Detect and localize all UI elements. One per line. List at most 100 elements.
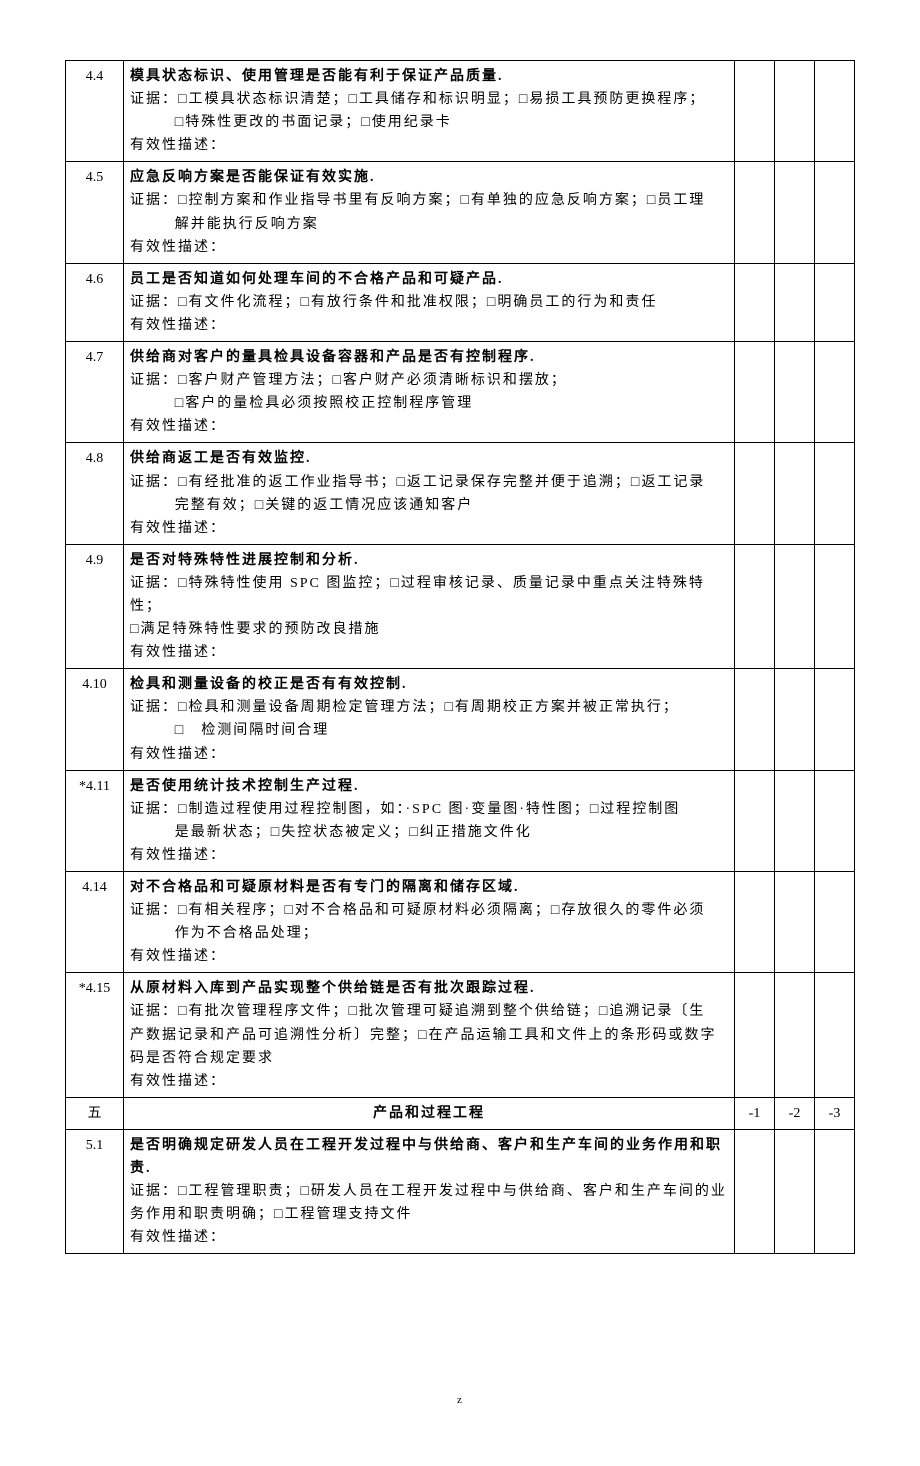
score-cell [815,770,855,871]
score-cell [735,263,775,341]
row-evidence-cont: 是最新状态；□失控状态被定义；□纠正措施文件化 [130,821,728,844]
row-number: 4.5 [66,162,124,263]
score-cell [735,973,775,1097]
row-evidence-cont: □特殊性更改的书面记录；□使用纪录卡 [130,111,728,134]
score-cell [775,443,815,544]
row-number: 4.9 [66,544,124,668]
table-row: 4.8 供给商返工是否有效监控.证据：□有经批准的返工作业指导书；□返工记录保存完… [66,443,855,544]
score-cell [775,770,815,871]
table-row: 5.1是否明确规定研发人员在工程开发过程中与供给商、客户和生产车间的业务作用和职… [66,1129,855,1253]
row-evidence: 证据：□客户财产管理方法；□客户财产必须清晰标识和摆放； [130,369,728,392]
row-number: 4.7 [66,342,124,443]
row-evidence: 证据：□有文件化流程；□有放行条件和批准权限；□明确员工的行为和责任 [130,291,728,314]
score-cell [735,872,775,973]
row-number: 4.8 [66,443,124,544]
table-row: 4.5应急反响方案是否能保证有效实施.证据：□控制方案和作业指导书里有反响方案；… [66,162,855,263]
row-content: 供给商对客户的量具检具设备容器和产品是否有控制程序.证据：□客户财产管理方法；□… [124,342,735,443]
score-cell [735,61,775,162]
row-evidence: 证据：□有经批准的返工作业指导书；□返工记录保存完整并便于追溯；□返工记录 [130,471,728,494]
row-evidence: 证据：□检具和测量设备周期检定管理方法；□有周期校正方案并被正常执行； [130,696,728,719]
row-title: 是否明确规定研发人员在工程开发过程中与供给商、客户和生产车间的业务作用和职责. [130,1134,728,1180]
row-number: 4.14 [66,872,124,973]
row-evidence: 证据：□工模具状态标识清楚；□工具储存和标识明显；□易损工具预防更换程序； [130,88,728,111]
score-cell [775,342,815,443]
score-cell [735,162,775,263]
table-row: 4.7供给商对客户的量具检具设备容器和产品是否有控制程序.证据：□客户财产管理方… [66,342,855,443]
table-row: 4.4模具状态标识、使用管理是否能有利于保证产品质量.证据：□工模具状态标识清楚… [66,61,855,162]
score-cell [735,669,775,770]
score-cell [735,443,775,544]
score-cell [775,669,815,770]
row-title: 供给商返工是否有效监控. [130,447,728,470]
row-title: 是否对特殊特性进展控制和分析. [130,549,728,572]
row-content: 从原材料入库到产品实现整个供给链是否有批次跟踪过程.证据：□有批次管理程序文件；… [124,973,735,1097]
row-title: 对不合格品和可疑原材料是否有专门的隔离和储存区域. [130,876,728,899]
score-header: -2 [775,1097,815,1129]
score-cell [815,443,855,544]
score-cell [775,61,815,162]
row-content: 检具和测量设备的校正是否有有效控制.证据：□检具和测量设备周期检定管理方法；□有… [124,669,735,770]
row-description: 有效性描述： [130,1070,728,1093]
row-evidence: 务作用和职责明确；□工程管理支持文件 [130,1203,728,1226]
row-description: 有效性描述： [130,743,728,766]
row-title: 模具状态标识、使用管理是否能有利于保证产品质量. [130,65,728,88]
score-cell [735,770,775,871]
row-content: 是否明确规定研发人员在工程开发过程中与供给商、客户和生产车间的业务作用和职责.证… [124,1129,735,1253]
row-title: 供给商对客户的量具检具设备容器和产品是否有控制程序. [130,346,728,369]
row-title: 应急反响方案是否能保证有效实施. [130,166,728,189]
row-evidence-cont: □客户的量检具必须按照校正控制程序管理 [130,392,728,415]
row-evidence: □满足特殊特性要求的预防改良措施 [130,618,728,641]
row-evidence-cont: □ 检测间隔时间合理 [130,719,728,742]
row-evidence: 证据：□有批次管理程序文件；□批次管理可疑追溯到整个供给链；□追溯记录〔生 [130,1000,728,1023]
table-row: *4.11是否使用统计技术控制生产过程.证据：□制造过程使用过程控制图，如：·S… [66,770,855,871]
score-cell [775,263,815,341]
row-content: 是否对特殊特性进展控制和分析.证据：□特殊特性使用 SPC 图监控；□过程审核记… [124,544,735,668]
score-cell [775,973,815,1097]
row-evidence: 证据：□特殊特性使用 SPC 图监控；□过程审核记录、质量记录中重点关注特殊特性… [130,572,728,618]
score-cell [815,544,855,668]
row-description: 有效性描述： [130,641,728,664]
score-cell [815,872,855,973]
row-content: 员工是否知道如何处理车间的不合格产品和可疑产品.证据：□有文件化流程；□有放行条… [124,263,735,341]
row-evidence: 证据：□工程管理职责；□研发人员在工程开发过程中与供给商、客户和生产车间的业 [130,1180,728,1203]
score-cell [815,1129,855,1253]
score-cell [815,973,855,1097]
row-description: 有效性描述： [130,1226,728,1249]
row-description: 有效性描述： [130,314,728,337]
row-evidence: 产数据记录和产品可追溯性分析〕完整；□在产品运输工具和文件上的条形码或数字 [130,1024,728,1047]
section-title: 产品和过程工程 [124,1097,735,1129]
row-content: 对不合格品和可疑原材料是否有专门的隔离和储存区域.证据：□有相关程序；□对不合格… [124,872,735,973]
page-footer: z [65,1394,855,1406]
row-title: 检具和测量设备的校正是否有有效控制. [130,673,728,696]
row-content: 模具状态标识、使用管理是否能有利于保证产品质量.证据：□工模具状态标识清楚；□工… [124,61,735,162]
section-number: 五 [66,1097,124,1129]
row-evidence-cont: 完整有效；□关键的返工情况应该通知客户 [130,494,728,517]
row-description: 有效性描述： [130,134,728,157]
row-description: 有效性描述： [130,415,728,438]
row-description: 有效性描述： [130,517,728,540]
table-row: 4.14对不合格品和可疑原材料是否有专门的隔离和储存区域.证据：□有相关程序；□… [66,872,855,973]
row-content: 是否使用统计技术控制生产过程.证据：□制造过程使用过程控制图，如：·SPC 图·… [124,770,735,871]
row-evidence-cont: 解并能执行反响方案 [130,213,728,236]
row-evidence: 码是否符合规定要求 [130,1047,728,1070]
row-evidence: 证据：□有相关程序；□对不合格品和可疑原材料必须隔离；□存放很久的零件必须 [130,899,728,922]
row-description: 有效性描述： [130,945,728,968]
row-description: 有效性描述： [130,844,728,867]
row-number: 5.1 [66,1129,124,1253]
row-number: *4.11 [66,770,124,871]
audit-table: 4.4模具状态标识、使用管理是否能有利于保证产品质量.证据：□工模具状态标识清楚… [65,60,855,1254]
row-number: *4.15 [66,973,124,1097]
score-cell [735,544,775,668]
row-description: 有效性描述： [130,236,728,259]
row-number: 4.4 [66,61,124,162]
table-row: 4.10检具和测量设备的校正是否有有效控制.证据：□检具和测量设备周期检定管理方… [66,669,855,770]
score-cell [815,162,855,263]
table-row: 4.9是否对特殊特性进展控制和分析.证据：□特殊特性使用 SPC 图监控；□过程… [66,544,855,668]
score-cell [775,544,815,668]
score-cell [775,162,815,263]
row-title: 从原材料入库到产品实现整个供给链是否有批次跟踪过程. [130,977,728,1000]
section-header-row: 五产品和过程工程-1-2-3 [66,1097,855,1129]
score-cell [775,872,815,973]
score-cell [735,1129,775,1253]
row-title: 员工是否知道如何处理车间的不合格产品和可疑产品. [130,268,728,291]
